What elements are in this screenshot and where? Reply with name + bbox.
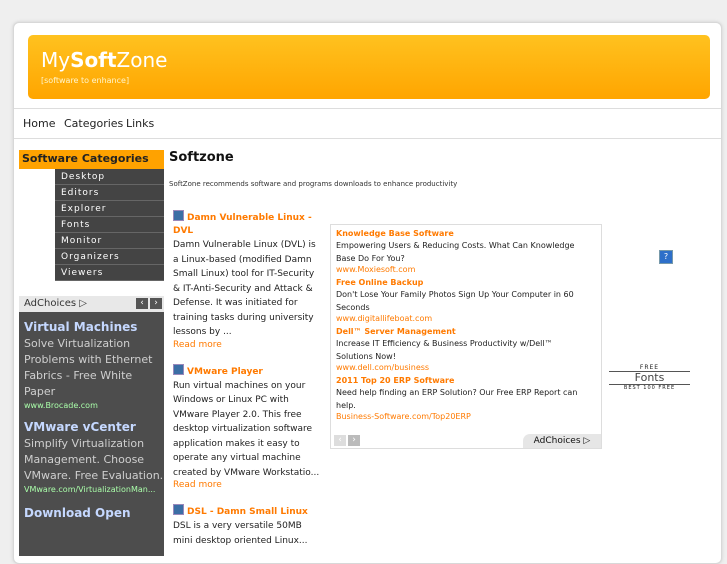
ad-url[interactable]: www.dell.com/business xyxy=(336,363,601,372)
article-title[interactable]: VMware Player xyxy=(173,363,323,379)
middle-ad-box: Knowledge Base Software Empowering Users… xyxy=(330,224,602,449)
ad-item[interactable]: Free Online Backup Don't Lose Your Famil… xyxy=(331,278,601,323)
site-tagline: [software to enhance] xyxy=(41,76,130,85)
sidebar-title: Software Categories xyxy=(19,150,164,169)
left-ad-box: AdChoices ▷ ‹ › Virtual Machines Solve Vi… xyxy=(19,296,164,556)
ad-url[interactable]: www.digitallifeboat.com xyxy=(336,314,601,323)
ad-title[interactable]: 2011 Top 20 ERP Software xyxy=(336,376,601,385)
ad-url[interactable]: Business-Software.com/Top20ERP xyxy=(336,412,601,421)
ad-footer: ‹ › AdChoices ▷ xyxy=(331,434,601,448)
site-logo[interactable]: MySoftZone xyxy=(41,48,167,72)
help-icon[interactable]: ? xyxy=(659,250,673,264)
page-container: MySoftZone [software to enhance] Home Ca… xyxy=(13,22,722,564)
nav-links[interactable]: Links xyxy=(126,117,154,130)
sidebar-item-viewers[interactable]: Viewers xyxy=(55,265,164,281)
ad-desc: Solve Virtualization Problems with Ether… xyxy=(24,337,153,398)
ad-url[interactable]: www.Moxiesoft.com xyxy=(336,265,601,274)
ad-item[interactable]: Virtual Machines Solve Virtualization Pr… xyxy=(19,320,164,410)
ad-desc: Don't Lose Your Family Photos Sign Up Yo… xyxy=(336,290,574,312)
ad-item[interactable]: Dell™ Server Management Increase IT Effi… xyxy=(331,327,601,372)
ad-url[interactable]: www.Brocade.com xyxy=(24,401,164,410)
sidebar-item-monitor[interactable]: Monitor xyxy=(55,233,164,249)
article-item: DSL - Damn Small Linux DSL is a very ver… xyxy=(173,504,323,548)
page-title: Softzone xyxy=(169,150,234,165)
prev-arrow-icon[interactable]: ‹ xyxy=(136,298,148,309)
top-nav: Home Categories Links xyxy=(14,108,721,139)
read-more-link[interactable]: Read more xyxy=(173,340,323,350)
adchoices-label[interactable]: AdChoices ▷ xyxy=(24,298,87,309)
ad-title[interactable]: Virtual Machines xyxy=(24,320,164,334)
article-item: VMware Player Run virtual machines on yo… xyxy=(173,363,323,490)
ad-title[interactable]: Knowledge Base Software xyxy=(336,229,601,238)
article-list: Damn Vulnerable Linux - DVL Damn Vulnera… xyxy=(173,210,323,562)
free-fonts-banner[interactable]: FREE Fonts BEST 100 FREE xyxy=(609,364,690,391)
ad-title[interactable]: Dell™ Server Management xyxy=(336,327,601,336)
article-item: Damn Vulnerable Linux - DVL Damn Vulnera… xyxy=(173,210,323,350)
document-icon xyxy=(173,363,184,375)
ad-desc: Empowering Users & Reducing Costs. What … xyxy=(336,241,575,263)
article-body: Damn Vulnerable Linux (DVL) is a Linux-b… xyxy=(173,240,316,337)
ad-title[interactable]: Free Online Backup xyxy=(336,278,601,287)
article-title[interactable]: DSL - Damn Small Linux xyxy=(173,504,323,519)
ad-desc: Increase IT Efficiency & Business Produc… xyxy=(336,339,553,361)
sidebar-item-fonts[interactable]: Fonts xyxy=(55,217,164,233)
ad-item[interactable]: Download Open xyxy=(19,506,164,520)
sidebar-item-desktop[interactable]: Desktop xyxy=(55,169,164,185)
main-content: Softzone SoftZone recommends software an… xyxy=(169,150,457,546)
intro-text: SoftZone recommends software and program… xyxy=(169,180,458,188)
document-icon xyxy=(173,210,184,221)
article-title[interactable]: Damn Vulnerable Linux - DVL xyxy=(173,210,323,238)
site-header: MySoftZone [software to enhance] xyxy=(28,35,710,99)
nav-categories[interactable]: Categories xyxy=(64,117,123,130)
sidebar-item-explorer[interactable]: Explorer xyxy=(55,201,164,217)
adchoices-bar: AdChoices ▷ ‹ › xyxy=(19,296,164,312)
sidebar-item-organizers[interactable]: Organizers xyxy=(55,249,164,265)
nav-home[interactable]: Home xyxy=(23,117,55,130)
article-body: Run virtual machines on your Windows or … xyxy=(173,380,320,478)
ad-title[interactable]: Download Open xyxy=(24,506,164,520)
document-icon xyxy=(173,504,184,515)
ad-title[interactable]: VMware vCenter xyxy=(24,420,164,434)
sidebar-item-editors[interactable]: Editors xyxy=(55,185,164,201)
adchoices-label[interactable]: AdChoices ▷ xyxy=(523,434,601,448)
next-arrow-icon[interactable]: › xyxy=(348,435,360,446)
ad-item[interactable]: Knowledge Base Software Empowering Users… xyxy=(331,229,601,274)
article-body: DSL is a very versatile 50MB mini deskto… xyxy=(173,521,308,546)
ad-item[interactable]: 2011 Top 20 ERP Software Need help findi… xyxy=(331,376,601,421)
categories-sidebar: Software Categories Desktop Editors Expl… xyxy=(19,150,164,281)
ad-url[interactable]: VMware.com/VirtualizationMan... xyxy=(24,485,164,494)
ad-desc: Need help finding an ERP Solution? Our F… xyxy=(336,388,578,410)
prev-arrow-icon[interactable]: ‹ xyxy=(334,435,346,446)
next-arrow-icon[interactable]: › xyxy=(150,298,162,309)
ad-desc: Simplify Virtualization Management. Choo… xyxy=(24,437,164,482)
ad-item[interactable]: VMware vCenter Simplify Virtualization M… xyxy=(19,420,164,494)
read-more-link[interactable]: Read more xyxy=(173,480,323,490)
